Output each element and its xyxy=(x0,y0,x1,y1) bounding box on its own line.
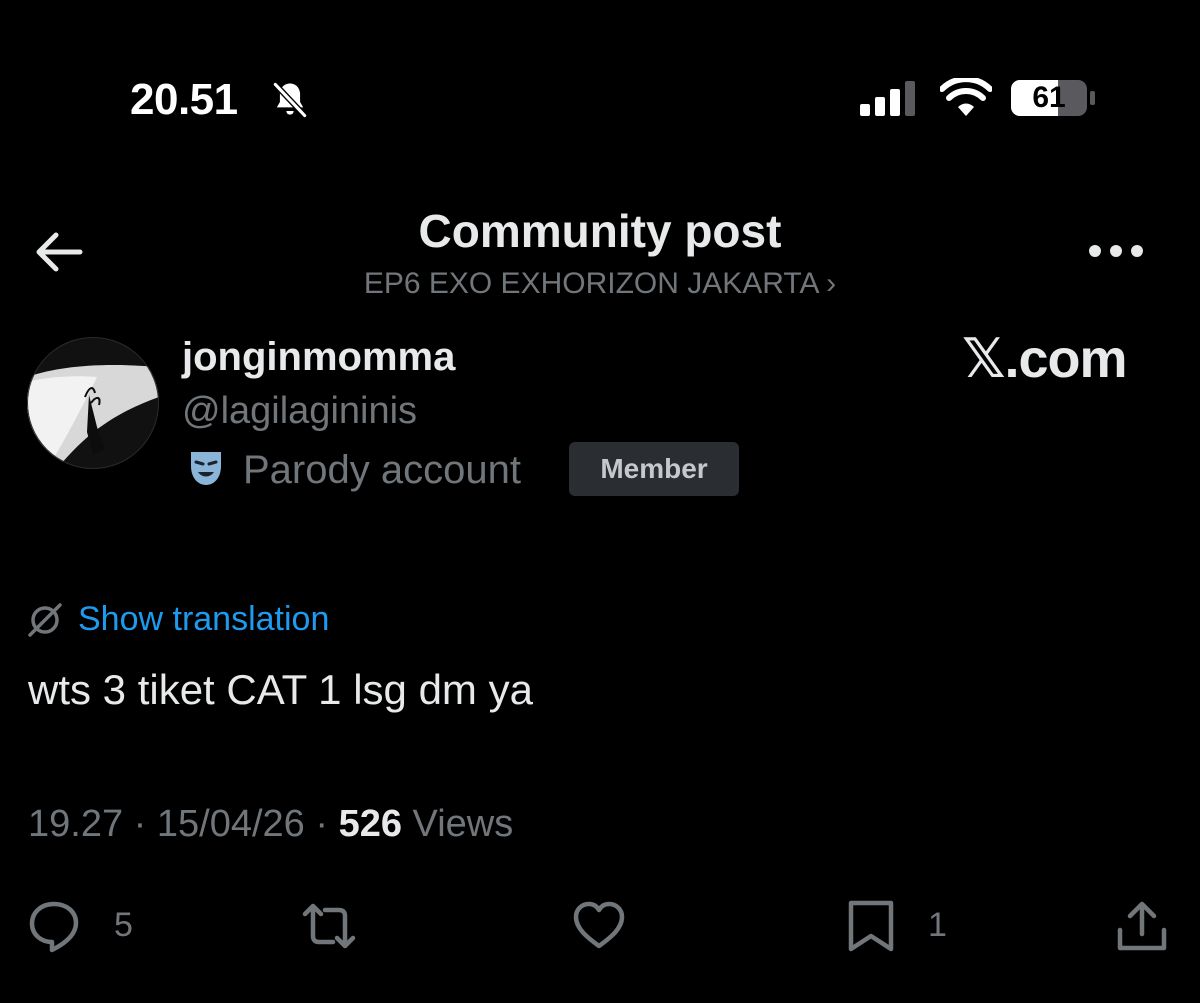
share-button[interactable] xyxy=(1114,898,1170,954)
share-icon xyxy=(1117,901,1167,951)
views-label: Views xyxy=(412,803,514,845)
repost-button[interactable] xyxy=(301,898,357,954)
community-link[interactable]: EP6 EXO EXHORIZON JAKARTA › xyxy=(0,265,1200,303)
translate-icon xyxy=(28,603,62,637)
watermark: 𝕏.com xyxy=(962,329,1128,389)
more-icon[interactable] xyxy=(1086,233,1146,269)
bookmark-button[interactable] xyxy=(843,898,899,954)
battery-level: 61 xyxy=(1032,81,1066,114)
page-title: Community post xyxy=(418,205,782,257)
meta-separator: · xyxy=(315,803,339,845)
reply-button[interactable] xyxy=(26,898,82,954)
wifi-icon xyxy=(940,78,992,116)
views-count: 526 xyxy=(338,803,402,845)
mask-icon xyxy=(191,452,221,485)
bookmark-count: 1 xyxy=(928,906,947,944)
post-date[interactable]: 15/04/26 xyxy=(157,803,305,845)
bell-slash-icon xyxy=(273,82,307,118)
bookmark-icon xyxy=(848,900,894,952)
avatar-image xyxy=(27,337,159,469)
meta-separator: · xyxy=(133,803,157,845)
display-name[interactable]: jonginmomma xyxy=(182,334,455,380)
member-badge: Member xyxy=(569,442,739,496)
signal-icon xyxy=(860,81,915,116)
post-time[interactable]: 19.27 xyxy=(28,803,123,845)
post-meta: 19.27 · 15/04/26 · 526 Views xyxy=(28,800,513,848)
user-handle[interactable]: @lagilagininis xyxy=(182,388,417,434)
reply-count: 5 xyxy=(114,906,133,944)
reply-icon xyxy=(29,901,79,953)
post-text: wts 3 tiket CAT 1 lsg dm ya xyxy=(28,666,533,713)
like-button[interactable] xyxy=(571,898,627,954)
show-translation-link[interactable]: Show translation xyxy=(78,598,329,640)
status-time: 20.51 xyxy=(130,75,238,124)
parody-label: Parody account xyxy=(243,448,521,492)
repost-icon xyxy=(302,903,356,949)
avatar[interactable] xyxy=(27,337,159,469)
like-icon xyxy=(573,901,625,949)
